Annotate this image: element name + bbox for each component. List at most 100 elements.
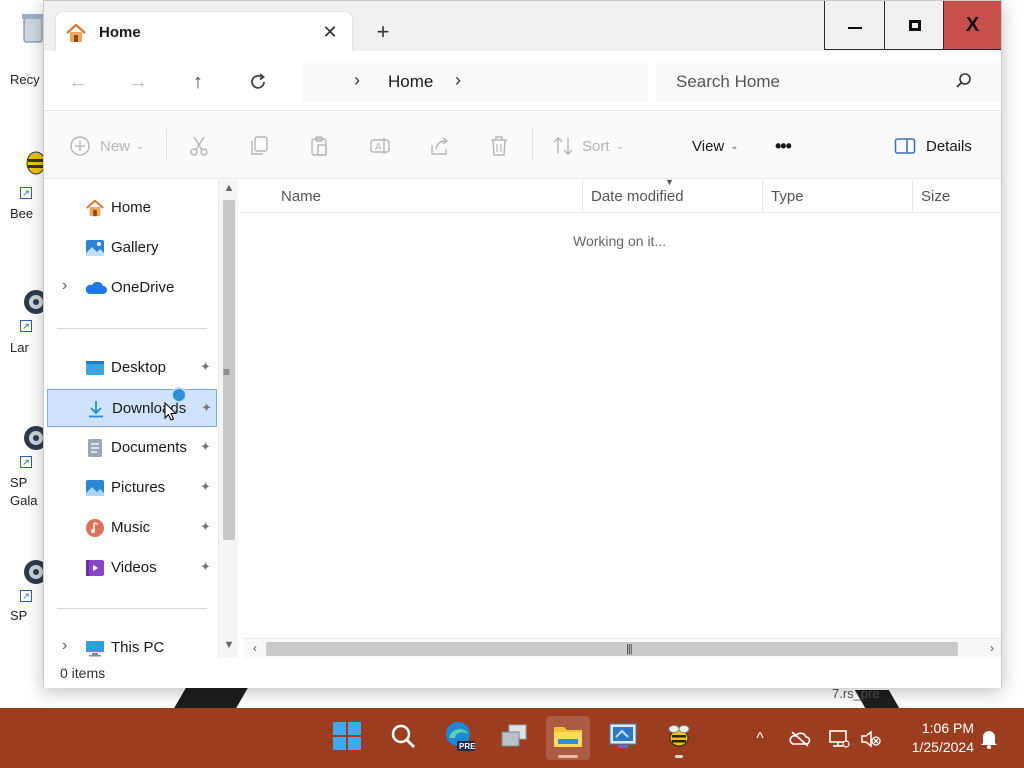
chevron-down-icon: ⌄ (730, 140, 739, 152)
sort-icon (552, 135, 574, 157)
taskbar-remote-desktop[interactable] (601, 716, 645, 760)
nav-item-downloads[interactable]: Downloads ✦ (47, 387, 217, 427)
maximize-icon (908, 19, 921, 31)
details-pane-button[interactable]: Details (894, 133, 972, 159)
running-indicator (558, 755, 578, 758)
address-bar[interactable]: › Home › (302, 61, 648, 102)
copy-button[interactable] (249, 133, 269, 159)
pin-icon[interactable]: ✦ (200, 359, 211, 375)
plus-circle-icon (69, 135, 91, 157)
volume-muted-icon[interactable] (860, 728, 882, 750)
network-icon[interactable] (828, 728, 850, 750)
taskbar-bee-app[interactable] (657, 716, 701, 760)
maximize-button[interactable] (884, 1, 944, 50)
edge-pre-icon: PRE (443, 720, 476, 757)
remote-desktop-icon (608, 721, 638, 756)
bee-icon (664, 721, 694, 756)
show-hidden-icons-chevron-icon[interactable]: ^ (749, 728, 771, 750)
share-button[interactable] (429, 133, 451, 159)
scroll-up-arrow-icon[interactable]: ▲ (221, 182, 237, 200)
close-button[interactable]: X (943, 1, 1001, 50)
expand-chevron-icon[interactable]: › (62, 277, 67, 295)
cut-button[interactable] (189, 133, 209, 159)
breadcrumb-chevron-icon[interactable]: › (455, 70, 461, 91)
nav-item-label: Documents (111, 439, 187, 456)
expand-chevron-icon[interactable]: › (62, 637, 67, 655)
nav-item-desktop[interactable]: Desktop ✦ (47, 349, 217, 387)
desktop-label: Lar (10, 340, 29, 355)
desktop-folder-icon (85, 358, 105, 378)
minimize-button[interactable] (824, 1, 884, 50)
onedrive-offline-icon[interactable] (789, 728, 811, 750)
home-icon (85, 198, 105, 218)
shortcut-arrow-icon: ↗ (20, 187, 32, 199)
breadcrumb-chevron-icon[interactable]: › (354, 70, 360, 91)
search-input[interactable]: Search Home (676, 72, 780, 92)
nav-item-label: Gallery (111, 239, 159, 256)
nav-item-music[interactable]: Music ✦ (47, 509, 217, 547)
horizontal-scrollbar[interactable]: ‹ ||| › (244, 638, 1001, 658)
nav-item-gallery[interactable]: Gallery (47, 229, 217, 267)
view-label: View (692, 137, 725, 155)
refresh-icon[interactable] (244, 69, 272, 95)
scroll-left-arrow-icon[interactable]: ‹ (247, 641, 263, 657)
taskbar-file-explorer[interactable] (546, 716, 590, 760)
nav-item-documents[interactable]: Documents ✦ (47, 429, 217, 467)
new-tab-button[interactable]: + (372, 21, 394, 43)
this-pc-icon (85, 638, 105, 658)
nav-pane-scrollbar[interactable]: ▲ ▼ (218, 180, 238, 658)
scroll-down-arrow-icon[interactable]: ▼ (221, 639, 237, 657)
close-tab-icon[interactable]: ✕ (320, 22, 340, 42)
cut-icon (189, 135, 209, 157)
nav-item-pictures[interactable]: Pictures ✦ (47, 469, 217, 507)
pin-icon[interactable]: ✦ (200, 439, 211, 455)
view-button[interactable]: View ⌄ (692, 133, 739, 159)
column-header-type[interactable]: Type (763, 180, 913, 212)
forward-arrow-icon[interactable]: → (124, 69, 152, 95)
rename-button[interactable]: A (369, 133, 391, 159)
up-arrow-icon[interactable]: ↑ (184, 69, 212, 95)
pin-icon[interactable]: ✦ (201, 400, 212, 416)
back-arrow-icon[interactable]: ← (64, 69, 92, 95)
rename-icon: A (369, 135, 391, 157)
pane-resize-grip-icon[interactable]: ≡ (223, 365, 230, 379)
paste-button[interactable] (309, 133, 329, 159)
nav-item-videos[interactable]: Videos ✦ (47, 549, 217, 587)
nav-divider (57, 608, 207, 609)
shortcut-arrow-icon: ↗ (20, 320, 32, 332)
desktop-label: SP Gala (10, 475, 38, 508)
pin-icon[interactable]: ✦ (200, 559, 211, 575)
nav-item-onedrive[interactable]: › OneDrive (47, 269, 217, 307)
system-clock[interactable]: 1:06 PM 1/25/2024 (896, 719, 974, 757)
delete-button[interactable] (489, 133, 509, 159)
nav-item-label: Music (111, 519, 151, 536)
column-header-size[interactable]: Size (913, 180, 1001, 212)
nav-item-label: This PC (111, 639, 165, 656)
share-icon (429, 135, 451, 157)
downloads-icon (86, 399, 106, 419)
nav-divider (57, 328, 207, 329)
scrollbar-thumb[interactable]: ||| (266, 642, 958, 656)
taskbar-search-button[interactable] (381, 716, 425, 760)
pin-icon[interactable]: ✦ (200, 519, 211, 535)
scroll-right-arrow-icon[interactable]: › (984, 641, 1000, 657)
new-button[interactable]: New ⌄ (69, 133, 144, 159)
title-bar[interactable]: Home ✕ + X (44, 1, 1001, 52)
column-header-name[interactable]: Name (273, 180, 583, 212)
svg-text:PRE: PRE (459, 742, 475, 751)
file-list[interactable]: Name Date modified ▼ Type Size Working o… (240, 177, 1001, 658)
more-options-icon[interactable]: ••• (775, 133, 792, 159)
nav-item-home[interactable]: Home (47, 189, 217, 227)
pin-icon[interactable]: ✦ (200, 479, 211, 495)
sort-button[interactable]: Sort ⌄ (552, 133, 624, 159)
start-button[interactable] (325, 716, 369, 760)
search-box[interactable]: Search Home (656, 61, 1000, 102)
column-header-date-modified[interactable]: Date modified ▼ (583, 177, 763, 212)
breadcrumb-home[interactable]: Home (388, 72, 433, 92)
search-icon[interactable] (954, 71, 974, 91)
notification-bell-icon[interactable] (978, 728, 1000, 750)
taskbar-task-view[interactable] (492, 716, 536, 760)
taskbar-edge-preview[interactable]: PRE (437, 716, 481, 760)
desktop-label: SP (10, 608, 28, 623)
tab-home[interactable]: Home ✕ (55, 11, 353, 52)
